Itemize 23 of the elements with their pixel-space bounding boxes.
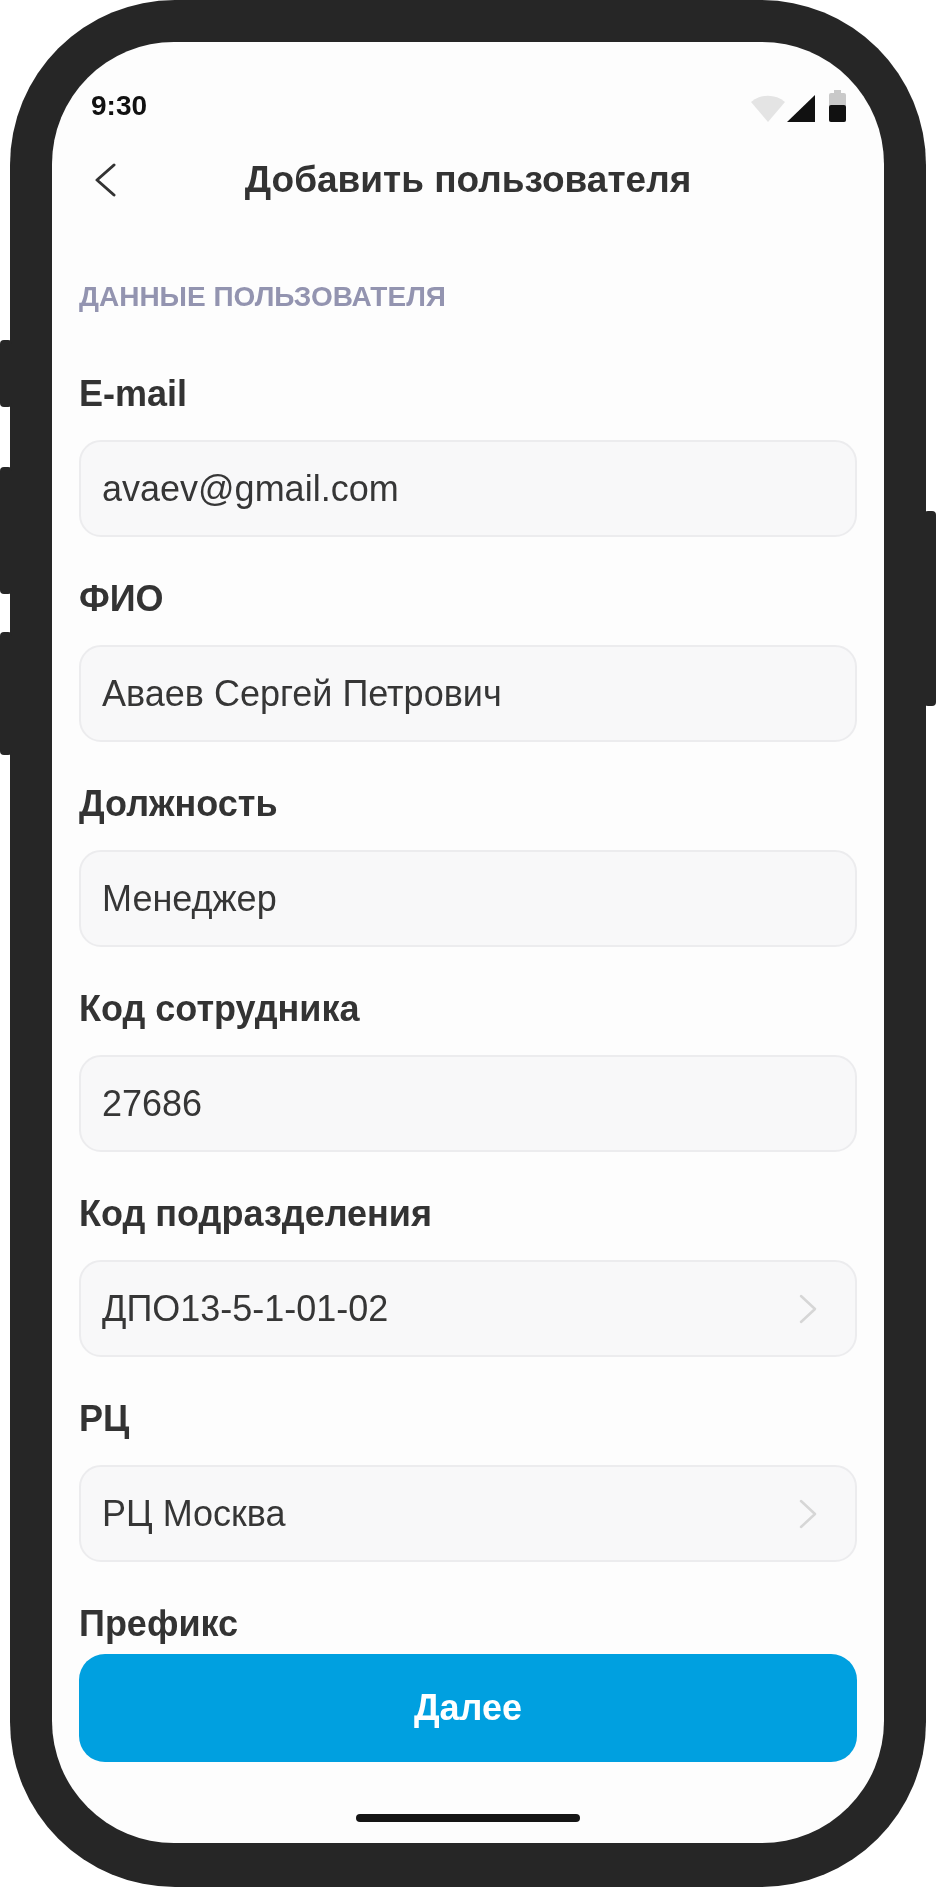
input-field[interactable]: 27686 — [79, 1055, 857, 1152]
back-button[interactable] — [93, 163, 117, 197]
input-field[interactable]: Менеджер — [79, 850, 857, 947]
chevron-left-icon — [93, 163, 117, 197]
field-label: Код подразделения — [79, 1194, 432, 1234]
chevron-right-icon — [798, 1293, 818, 1324]
field-label: E-mail — [79, 374, 188, 414]
select-field[interactable]: РЦ Москва — [79, 1465, 857, 1562]
wifi-icon — [751, 94, 785, 122]
field-label: ФИО — [79, 579, 164, 619]
select-field[interactable]: ДПО13-5-1-01-02 — [79, 1260, 857, 1357]
field-label: Код сотрудника — [79, 989, 360, 1029]
screen-title: Добавить пользователя — [244, 158, 692, 202]
input-field[interactable]: Аваев Сергей Петрович — [79, 645, 857, 742]
section-heading: ДАННЫЕ ПОЛЬЗОВАТЕЛЯ — [79, 280, 446, 314]
field-label: РЦ — [79, 1399, 130, 1439]
battery-icon — [829, 90, 846, 122]
input-field[interactable]: avaev@gmail.com — [79, 440, 857, 537]
field-label: Должность — [79, 784, 278, 824]
field-label: Префикс — [79, 1604, 239, 1644]
chevron-right-icon — [798, 1498, 818, 1529]
signal-icon — [787, 95, 815, 122]
status-time: 9:30 — [91, 90, 148, 122]
